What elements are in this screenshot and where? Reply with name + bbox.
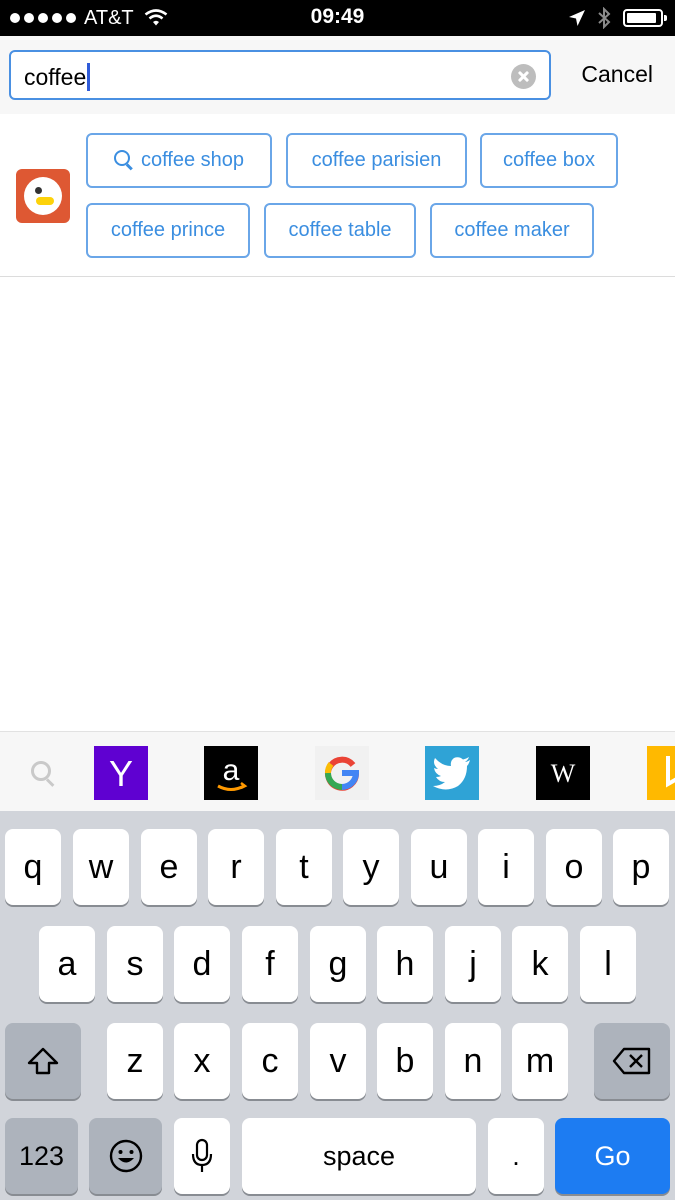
key-r[interactable]: r — [208, 829, 264, 905]
microphone-icon — [191, 1138, 213, 1172]
key-p[interactable]: p — [613, 829, 669, 905]
yahoo-logo: Y — [109, 753, 133, 794]
search-input[interactable]: coffee — [9, 50, 551, 100]
key-i[interactable]: i — [478, 829, 534, 905]
key-k[interactable]: k — [512, 926, 568, 1002]
clear-icon[interactable] — [511, 64, 536, 89]
svg-text:W: W — [551, 759, 576, 788]
twitter-icon[interactable] — [425, 746, 479, 800]
space-key[interactable]: space — [242, 1118, 476, 1194]
google-icon[interactable] — [315, 746, 369, 800]
key-n[interactable]: n — [445, 1023, 501, 1099]
amazon-logo: a — [217, 754, 248, 791]
suggestion-label: coffee shop — [140, 149, 245, 171]
numbers-key[interactable]: 123 — [5, 1118, 78, 1194]
key-t[interactable]: t — [276, 829, 332, 905]
search-engine-bar: Y a W — [0, 731, 675, 812]
yahoo-icon[interactable]: Y — [94, 746, 148, 800]
key-f[interactable]: f — [242, 926, 298, 1002]
suggestion-chip[interactable]: coffee prince — [86, 203, 250, 258]
wikipedia-logo: W — [551, 759, 576, 788]
duckduckgo-icon[interactable] — [16, 169, 70, 223]
amazon-icon[interactable]: a — [204, 746, 258, 800]
suggestion-chip[interactable]: coffee maker — [430, 203, 594, 258]
bing-logo — [666, 756, 675, 788]
key-z[interactable]: z — [107, 1023, 163, 1099]
text-caret — [87, 63, 91, 91]
key-x[interactable]: x — [174, 1023, 230, 1099]
suggestion-chip[interactable]: coffee shop — [86, 133, 272, 188]
suggestion-panel: coffee shop coffee parisien coffee box c… — [0, 114, 675, 277]
key-a[interactable]: a — [39, 926, 95, 1002]
battery-level — [627, 13, 656, 23]
key-v[interactable]: v — [310, 1023, 366, 1099]
key-e[interactable]: e — [141, 829, 197, 905]
search-header: coffee Cancel — [0, 36, 675, 114]
search-icon — [31, 761, 51, 781]
svg-text:a: a — [223, 754, 240, 787]
period-key[interactable]: . — [488, 1118, 544, 1194]
suggestion-chip[interactable]: coffee parisien — [286, 133, 467, 188]
emoji-key[interactable] — [89, 1118, 162, 1194]
cancel-button[interactable]: Cancel — [581, 61, 653, 88]
key-o[interactable]: o — [546, 829, 602, 905]
go-key[interactable]: Go — [555, 1118, 670, 1194]
key-u[interactable]: u — [411, 829, 467, 905]
suggestion-label: coffee parisien — [311, 149, 442, 171]
backspace-icon — [612, 1047, 651, 1075]
backspace-key[interactable] — [594, 1023, 670, 1099]
bing-icon[interactable] — [647, 746, 675, 800]
status-right — [568, 7, 667, 29]
suggestion-chip[interactable]: coffee table — [264, 203, 416, 258]
key-g[interactable]: g — [310, 926, 366, 1002]
search-query-value: coffee — [24, 64, 87, 90]
key-q[interactable]: q — [5, 829, 61, 905]
battery-icon — [623, 9, 667, 27]
key-w[interactable]: w — [73, 829, 129, 905]
key-j[interactable]: j — [445, 926, 501, 1002]
search-icon — [113, 149, 130, 166]
location-arrow-icon — [569, 10, 585, 26]
key-h[interactable]: h — [377, 926, 433, 1002]
key-b[interactable]: b — [377, 1023, 433, 1099]
emoji-icon — [109, 1139, 142, 1173]
google-logo — [325, 756, 360, 791]
twitter-bird — [433, 757, 470, 790]
status-bar: AT&T 09:49 — [0, 0, 675, 36]
key-s[interactable]: s — [107, 926, 163, 1002]
key-m[interactable]: m — [512, 1023, 568, 1099]
suggestion-label: coffee prince — [110, 219, 226, 241]
key-c[interactable]: c — [242, 1023, 298, 1099]
suggestion-label: coffee maker — [454, 219, 570, 241]
bluetooth-icon — [598, 7, 611, 29]
keyboard: q w e r t y u i o p a s d f g h j k l z … — [0, 811, 675, 1200]
key-y[interactable]: y — [343, 829, 399, 905]
shift-icon — [27, 1047, 59, 1075]
suggestion-label: coffee table — [288, 219, 392, 241]
shift-key[interactable] — [5, 1023, 81, 1099]
key-d[interactable]: d — [174, 926, 230, 1002]
suggestion-label: coffee box — [503, 149, 595, 171]
key-l[interactable]: l — [580, 926, 636, 1002]
search-query-text: coffee — [24, 63, 91, 91]
svg-text:Y: Y — [109, 753, 133, 794]
wikipedia-icon[interactable]: W — [536, 746, 590, 800]
dictation-key[interactable] — [174, 1118, 230, 1194]
suggestion-chip[interactable]: coffee box — [480, 133, 618, 188]
